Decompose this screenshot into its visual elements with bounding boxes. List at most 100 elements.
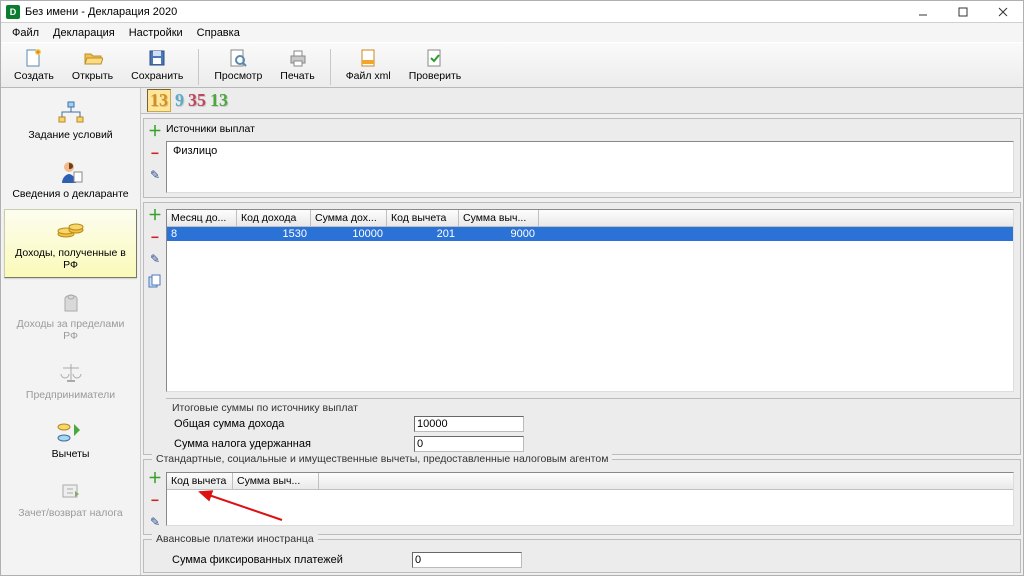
tax-withheld-input[interactable] (414, 436, 524, 452)
menu-settings[interactable]: Настройки (122, 25, 190, 41)
xml-button[interactable]: Файл xml (337, 43, 400, 85)
col-income-sum[interactable]: Сумма дох... (311, 210, 387, 226)
preview-button[interactable]: Просмотр (205, 43, 271, 85)
edit-source-button[interactable]: ✎ (147, 167, 163, 183)
source-item[interactable]: Физлицо (169, 144, 1011, 158)
advance-field-label: Сумма фиксированных платежей (172, 554, 412, 566)
preview-icon (227, 47, 249, 69)
totals-label: Итоговые суммы по источнику выплат (166, 399, 1020, 414)
edit-icon: ✎ (150, 252, 160, 266)
titlebar: D Без имени - Декларация 2020 (1, 1, 1023, 23)
col-month[interactable]: Месяц до... (167, 210, 237, 226)
payments-table: Месяц до... Код дохода Сумма дох... Код … (166, 209, 1014, 392)
menu-declaration[interactable]: Декларация (46, 25, 122, 41)
xml-file-icon (357, 47, 379, 69)
annotation-arrow (192, 486, 292, 526)
sources-label: Источники выплат (166, 119, 1020, 135)
rate-tab-35[interactable]: 35 (188, 90, 206, 111)
col-deduction-code[interactable]: Код вычета (387, 210, 459, 226)
payments-group: ＋ − ✎ Месяц до... Код дохода Сумма дох..… (143, 202, 1021, 455)
toolbar-separator (330, 49, 331, 85)
add-payment-button[interactable]: ＋ (147, 207, 163, 223)
add-source-button[interactable]: ＋ (147, 123, 163, 139)
nav-offset[interactable]: Зачет/возврат налога (4, 469, 137, 526)
copy-icon (148, 274, 162, 288)
tax-withheld-label: Сумма налога удержанная (174, 438, 414, 450)
rate-tab-13b[interactable]: 13 (210, 90, 228, 111)
advance-input[interactable] (412, 552, 522, 568)
agent-deductions-label: Стандартные, социальные и имущественные … (152, 453, 612, 465)
deductions-buttons: ＋ − ✎ (144, 466, 166, 534)
create-button[interactable]: Создать (5, 43, 63, 85)
remove-source-button[interactable]: − (147, 145, 163, 161)
edit-icon: ✎ (150, 168, 160, 182)
nav-declarant[interactable]: Сведения о декларанте (4, 150, 137, 207)
new-document-icon (23, 47, 45, 69)
close-button[interactable] (983, 1, 1023, 23)
payments-buttons: ＋ − ✎ (144, 203, 166, 454)
rate-tabs: 13 9 35 13 (141, 88, 1023, 114)
maximize-button[interactable] (943, 1, 983, 23)
scales-icon (54, 360, 88, 386)
person-icon (54, 159, 88, 185)
edit-deduction-button[interactable]: ✎ (147, 514, 163, 530)
main-content: 13 9 35 13 ＋ − ✎ Источники выплат Физ (141, 88, 1023, 575)
menu-file[interactable]: Файл (5, 25, 46, 41)
nav-income-abroad[interactable]: Доходы за пределами РФ (4, 280, 137, 349)
col-income-code[interactable]: Код дохода (237, 210, 311, 226)
minus-icon: − (151, 229, 159, 245)
check-icon (424, 47, 446, 69)
sources-group: ＋ − ✎ Источники выплат Физлицо (143, 118, 1021, 198)
advance-label: Авансовые платежи иностранца (152, 533, 318, 545)
open-button[interactable]: Открыть (63, 43, 122, 85)
deductions-header: Код вычета Сумма выч... (167, 473, 1013, 490)
nav-income-rf[interactable]: Доходы, полученные в РФ (4, 209, 137, 278)
window-title: Без имени - Декларация 2020 (25, 6, 903, 18)
nav-deductions[interactable]: Вычеты (4, 410, 137, 467)
deductions-table: Код вычета Сумма выч... (166, 472, 1014, 526)
minus-icon: − (151, 492, 159, 508)
minimize-button[interactable] (903, 1, 943, 23)
deductions-body (167, 490, 1013, 525)
table-row[interactable]: 8 1530 10000 201 9000 (167, 227, 1013, 241)
coins-icon (54, 218, 88, 244)
print-button[interactable]: Печать (271, 43, 323, 85)
bag-icon (54, 289, 88, 315)
menubar: Файл Декларация Настройки Справка (1, 23, 1023, 42)
col-deduction-sum[interactable]: Сумма выч... (459, 210, 539, 226)
main-toolbar: Создать Открыть Сохранить Просмотр Печат… (1, 42, 1023, 88)
conditions-icon (54, 100, 88, 126)
sources-list[interactable]: Физлицо (166, 141, 1014, 193)
plus-icon: ＋ (148, 468, 162, 488)
remove-deduction-button[interactable]: − (147, 492, 163, 508)
copy-payment-button[interactable] (147, 273, 163, 289)
remove-payment-button[interactable]: − (147, 229, 163, 245)
total-income-label: Общая сумма дохода (174, 418, 414, 430)
nav-entrepreneurs[interactable]: Предприниматели (4, 351, 137, 408)
edit-icon: ✎ (150, 515, 160, 529)
advance-group: Авансовые платежи иностранца Сумма фикси… (143, 539, 1021, 573)
plus-icon: ＋ (148, 205, 162, 225)
offset-icon (54, 478, 88, 504)
agent-deductions-group: Стандартные, социальные и имущественные … (143, 459, 1021, 535)
edit-payment-button[interactable]: ✎ (147, 251, 163, 267)
app-icon: D (6, 5, 20, 19)
toolbar-separator (198, 49, 199, 85)
open-folder-icon (82, 47, 104, 69)
menu-help[interactable]: Справка (190, 25, 247, 41)
save-disk-icon (146, 47, 168, 69)
plus-icon: ＋ (148, 121, 162, 141)
deductions-icon (54, 419, 88, 445)
minus-icon: − (151, 145, 159, 161)
left-sidebar: Задание условий Сведения о декларанте До… (1, 88, 141, 575)
app-window: D Без имени - Декларация 2020 Файл Декла… (0, 0, 1024, 576)
save-button[interactable]: Сохранить (122, 43, 192, 85)
payments-body: 8 1530 10000 201 9000 (167, 227, 1013, 391)
total-income-input[interactable] (414, 416, 524, 432)
rate-tab-9[interactable]: 9 (175, 90, 184, 111)
nav-conditions[interactable]: Задание условий (4, 91, 137, 148)
add-deduction-button[interactable]: ＋ (147, 470, 163, 486)
rate-tab-13-active[interactable]: 13 (147, 89, 171, 112)
sources-buttons: ＋ − ✎ (144, 119, 166, 197)
check-button[interactable]: Проверить (400, 43, 471, 85)
